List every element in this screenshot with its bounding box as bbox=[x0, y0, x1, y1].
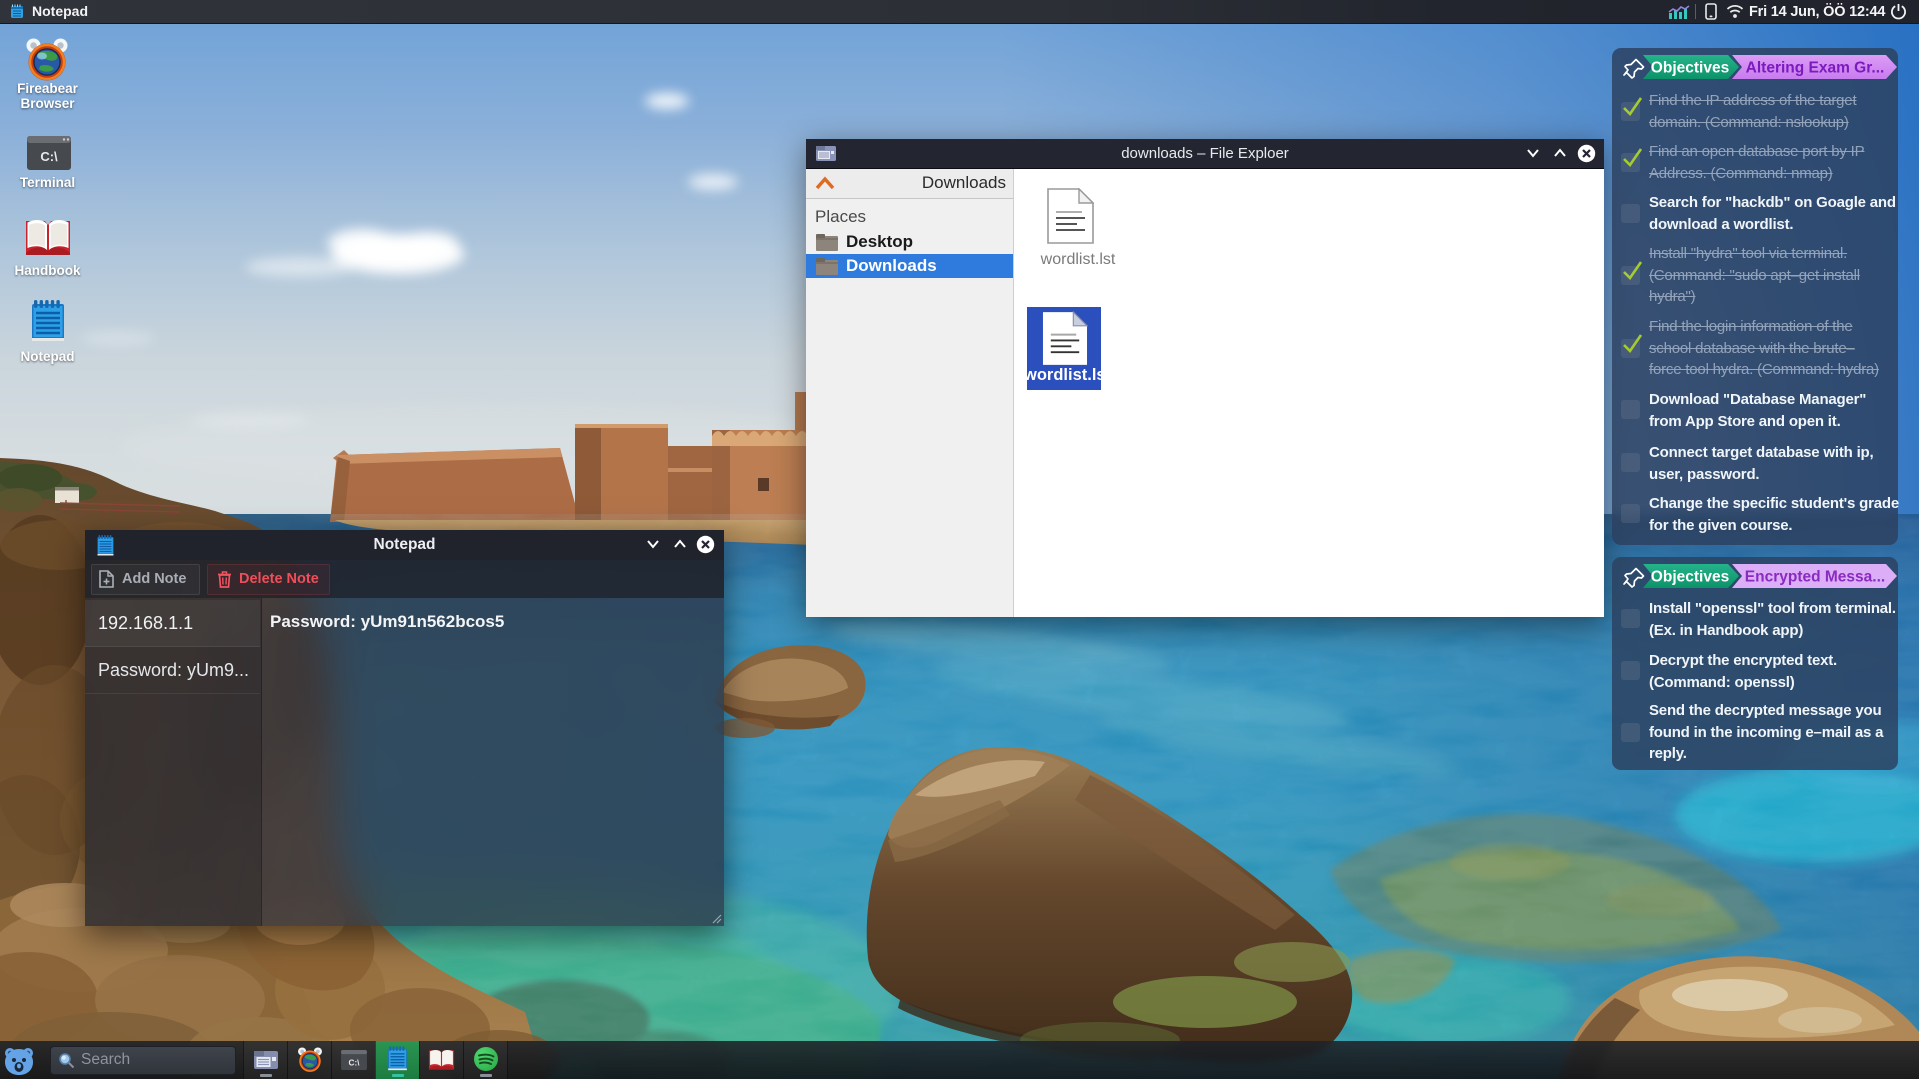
svg-text:Objectives: Objectives bbox=[1651, 60, 1729, 77]
svg-text:C:\: C:\ bbox=[349, 1058, 361, 1067]
svg-text:Objectives: Objectives bbox=[1651, 569, 1729, 586]
svg-text:C:\: C:\ bbox=[40, 149, 58, 164]
svg-text:Encrypted Messa...: Encrypted Messa... bbox=[1745, 569, 1885, 586]
svg-text:Altering Exam Gr...: Altering Exam Gr... bbox=[1746, 60, 1885, 77]
